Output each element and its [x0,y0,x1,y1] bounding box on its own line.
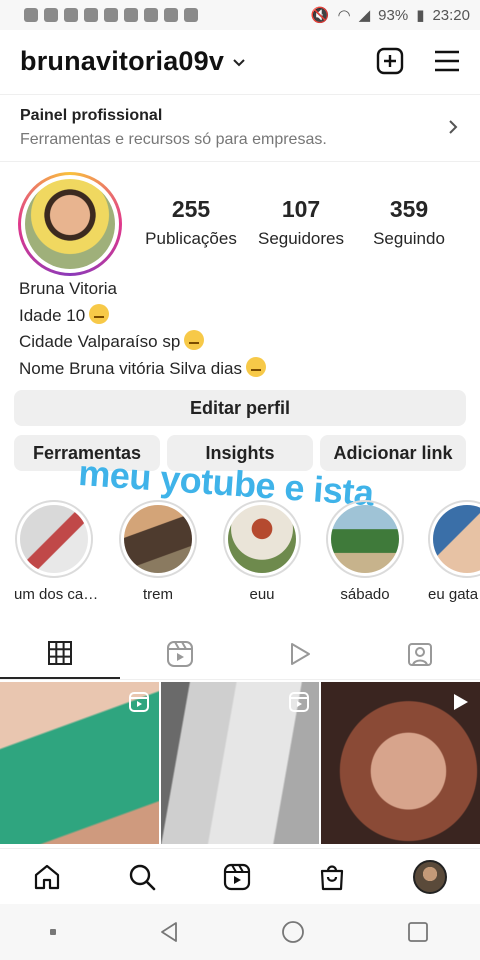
grid-icon [48,640,72,665]
notification-icons [24,8,198,22]
expressionless-emoji-icon [89,303,110,324]
home-circle-icon[interactable] [281,920,305,944]
expressionless-emoji-icon [245,356,266,377]
menu-icon[interactable] [434,50,460,72]
facebook-icon [24,8,38,22]
followers-label: Seguidores [257,229,344,248]
followers-count: 107 [281,196,321,222]
chevron-down-icon[interactable] [232,58,246,68]
add-link-button[interactable]: Adicionar link [320,435,466,471]
stat-posts[interactable]: 255 Publicações [136,196,246,249]
story-highlight[interactable]: um dos ca… [14,500,99,603]
shop-icon[interactable] [318,863,346,891]
following-count: 359 [389,196,429,222]
expressionless-emoji-icon [184,330,205,350]
stat-following[interactable]: 359 Seguindo [354,196,464,249]
tab-posts-grid[interactable] [0,628,120,679]
back-icon[interactable] [157,920,181,944]
reels-icon [167,640,193,667]
reels-icon[interactable] [223,863,251,891]
bio-line: Idade 10 [19,305,86,325]
post-thumbnail[interactable] [160,682,320,844]
clock: 23:20 [432,6,470,24]
highlight-label: sábado [340,586,390,603]
chevron-right-icon [449,120,458,134]
profile-avatar[interactable] [18,172,122,276]
bio-line: Nome Bruna vitória Silva dias [19,358,242,378]
story-highlight[interactable]: trem [118,500,198,603]
battery-icon: ▮ [416,7,425,24]
app-icon [44,8,58,22]
pro-panel-title: Painel profissional [20,107,163,124]
post-thumbnail[interactable] [0,682,159,844]
wifi-icon: ◠ [337,7,351,24]
create-post-icon[interactable] [376,47,404,75]
video-play-icon [291,642,310,665]
reels-icon [128,692,149,712]
following-label: Seguindo [373,229,445,248]
dot-icon [50,929,57,935]
edit-profile-button[interactable]: Editar perfil [14,390,466,426]
cloud-icon [184,8,198,22]
battery-level: 93% [378,6,409,24]
bottom-navigation [0,848,480,904]
recents-icon[interactable] [406,920,430,944]
mute-icon: 🔇 [310,7,330,24]
highlight-label: euu [249,586,275,603]
search-icon[interactable] [128,863,156,891]
professional-dashboard[interactable]: Painel profissional Ferramentas e recurs… [0,94,480,162]
posts-grid [0,682,480,844]
story-highlight[interactable]: euu [222,500,302,603]
username[interactable]: brunavitoria09v [20,46,224,77]
signal-icon: ◢ [358,7,371,24]
app-icon [84,8,98,22]
youtube-icon [64,8,78,22]
profile-avatar[interactable] [412,859,447,894]
tagged-icon [408,642,432,666]
profile-header: brunavitoria09v [0,30,480,92]
bio-line: Cidade Valparaíso sp [19,332,181,351]
instagram-icon [164,8,178,22]
stat-followers[interactable]: 107 Seguidores [246,196,356,249]
reels-icon [289,692,310,712]
system-navigation [0,904,480,960]
posts-count: 255 [171,196,211,222]
story-highlight[interactable]: eu gata [428,500,480,603]
display-name: Bruna Vitoria [19,279,117,298]
tab-tagged[interactable] [360,628,480,679]
status-bar: 🔇 ◠ ◢ 93% ▮ 23:20 [0,0,480,30]
post-thumbnail[interactable] [321,682,480,844]
add-icon [144,8,158,22]
profile-tabs [0,628,480,680]
tab-videos[interactable] [240,628,360,679]
posts-label: Publicações [145,229,237,248]
app-icon [124,8,138,22]
home-icon[interactable] [33,863,61,891]
pro-panel-subtitle: Ferramentas e recursos só para empresas. [20,131,327,148]
story-highlight[interactable]: sábado [325,500,405,603]
app-icon [104,8,118,22]
highlight-label: eu gata [428,586,479,603]
avatar-photo [25,179,115,269]
tab-reels[interactable] [120,628,240,679]
highlight-label: trem [143,586,173,603]
profile-bio: Bruna Vitoria Idade 10 Cidade Valparaíso… [19,276,266,382]
highlight-label: um dos ca… [14,586,99,603]
video-play-icon [453,694,468,710]
